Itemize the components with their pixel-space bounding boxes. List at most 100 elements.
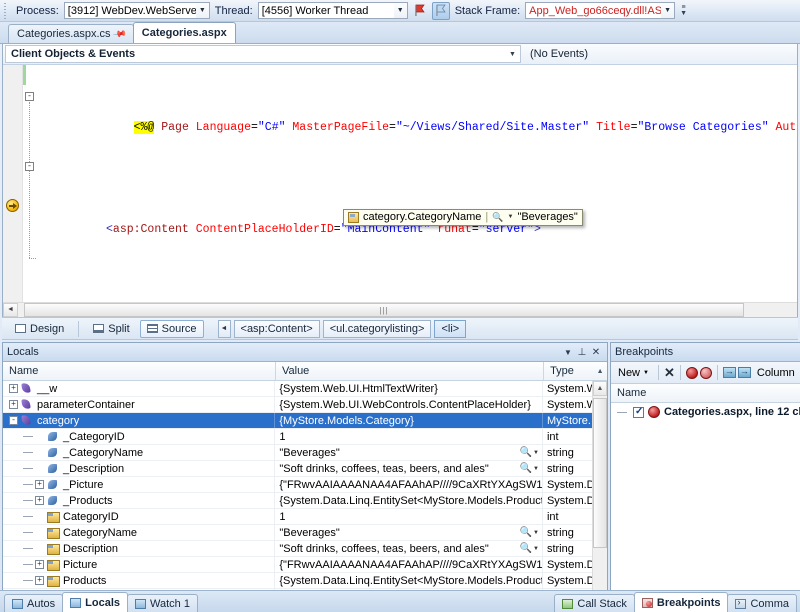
- thread-combobox[interactable]: [4556] Worker Thread ▼: [257, 2, 408, 19]
- chevron-down-icon[interactable]: ▼: [195, 3, 209, 18]
- table-row[interactable]: _Description "Soft drinks, coffees, teas,…: [3, 461, 592, 477]
- locals-value-cell[interactable]: {System.Web.UI.HtmlTextWriter}: [275, 381, 543, 396]
- locals-value-cell[interactable]: {"FRwvAAIAAAANAA4AFAAhAP////9CaXRtYXAgSW…: [275, 477, 543, 492]
- locals-value-cell[interactable]: {System.Data.Linq.EntitySet<MyStore.Mode…: [275, 493, 543, 508]
- stack-frame-combobox[interactable]: App_Web_go66ceqy.dll!ASP ▼: [525, 2, 676, 19]
- locals-value-cell[interactable]: {System.Data.Linq.EntitySet<MyStore.Mode…: [275, 573, 543, 588]
- magnifier-icon[interactable]: 🔍: [492, 209, 503, 226]
- chevron-down-icon[interactable]: ▼: [393, 3, 407, 18]
- process-combobox[interactable]: [3912] WebDev.WebServe ▼: [63, 2, 210, 19]
- tab-command-window[interactable]: Comma: [727, 594, 797, 612]
- outlining-margin[interactable]: - -: [23, 65, 37, 302]
- breakpoints-list[interactable]: Categories.aspx, line 12 charac: [611, 403, 800, 609]
- table-row[interactable]: _CategoryName "Beverages" 🔍 ▼ string: [3, 445, 592, 461]
- breakpoint-margin[interactable]: [3, 65, 23, 302]
- locals-value-cell[interactable]: {System.Web.UI.WebControls.ContentPlaceH…: [275, 397, 543, 412]
- expander-toggle[interactable]: -: [9, 416, 18, 425]
- scroll-thumb[interactable]: |||: [24, 303, 744, 317]
- events-combobox[interactable]: (No Events): [525, 45, 795, 63]
- chevron-down-icon[interactable]: ▼: [533, 530, 542, 536]
- column-header-name[interactable]: Name: [611, 384, 800, 402]
- scroll-track[interactable]: |||: [18, 303, 797, 317]
- magnifier-icon[interactable]: 🔍: [519, 447, 533, 458]
- tab-watch-1[interactable]: Watch 1: [127, 594, 198, 612]
- breadcrumb-scroll-left-button[interactable]: ◄: [217, 319, 231, 338]
- locals-grid-body[interactable]: + __w {System.Web.UI.HtmlTextWriter} System…: [3, 381, 592, 609]
- breadcrumb-item-ul-categorylisting[interactable]: <ul.categorylisting>: [322, 319, 432, 338]
- table-row[interactable]: + Picture {"FRwvAAIAAAANAA4AFAAhAP////9CaX…: [3, 557, 592, 573]
- tab-call-stack[interactable]: Call Stack: [554, 594, 635, 612]
- new-breakpoint-button[interactable]: New ▼: [614, 364, 653, 382]
- table-row[interactable]: Description "Soft drinks, coffees, teas, …: [3, 541, 592, 557]
- scroll-thumb[interactable]: [593, 398, 607, 548]
- tab-locals[interactable]: Locals: [62, 592, 128, 612]
- fold-collapse-asp-content[interactable]: -: [25, 92, 34, 101]
- show-only-flagged-button[interactable]: [431, 1, 450, 20]
- flag-threads-button[interactable]: [411, 2, 429, 20]
- breadcrumb-item-li[interactable]: <li>: [434, 319, 467, 338]
- expander-toggle[interactable]: +: [9, 384, 18, 393]
- table-row[interactable]: + _Picture {"FRwvAAIAAAANAA4AFAAhAP////9Ca…: [3, 477, 592, 493]
- disable-all-breakpoints-icon[interactable]: [699, 366, 712, 379]
- magnifier-icon[interactable]: 🔍: [519, 543, 533, 554]
- expander-toggle[interactable]: +: [35, 480, 44, 489]
- locals-value-cell[interactable]: {"FRwvAAIAAAANAA4AFAAhAP////9CaXRtYXAgSW…: [275, 557, 543, 572]
- chevron-down-icon[interactable]: ▼: [533, 466, 542, 472]
- magnifier-icon[interactable]: 🔍: [519, 527, 533, 538]
- table-row[interactable]: + Products {System.Data.Linq.EntitySet<MyS…: [3, 573, 592, 589]
- source-view-button[interactable]: Source: [139, 319, 204, 338]
- delete-x-icon[interactable]: ✕: [664, 366, 675, 379]
- code-text-area[interactable]: - - <%@ Page Language="C#" MasterPageFil…: [3, 65, 797, 302]
- table-row[interactable]: CategoryName "Beverages" 🔍 ▼ string: [3, 525, 592, 541]
- scroll-left-button[interactable]: ◄: [3, 303, 18, 317]
- debugger-datatip[interactable]: category.CategoryName | 🔍 ▼ "Beverages": [343, 209, 583, 226]
- fold-collapse-ul[interactable]: -: [25, 162, 34, 171]
- chevron-down-icon[interactable]: ▼: [505, 51, 520, 58]
- document-tab-categories-aspx-cs[interactable]: Categories.aspx.cs 📌: [8, 24, 134, 43]
- expander-toggle[interactable]: +: [35, 560, 44, 569]
- client-objects-events-combobox[interactable]: Client Objects & Events ▼: [5, 45, 521, 63]
- locals-value-cell[interactable]: "Soft drinks, coffees, teas, beers, and …: [275, 541, 543, 556]
- locals-value-cell[interactable]: "Beverages" 🔍 ▼: [275, 445, 543, 460]
- chevron-down-icon[interactable]: ▼: [533, 546, 542, 552]
- editor-horizontal-scrollbar[interactable]: ◄ |||: [3, 302, 797, 317]
- magnifier-icon[interactable]: 🔍: [519, 463, 533, 474]
- expander-toggle[interactable]: +: [35, 576, 44, 585]
- chevron-down-icon[interactable]: ▼: [661, 3, 675, 18]
- tab-autos[interactable]: Autos: [4, 594, 64, 612]
- table-row[interactable]: + parameterContainer {System.Web.UI.WebCon…: [3, 397, 592, 413]
- table-row[interactable]: CategoryID 1 int: [3, 509, 592, 525]
- goto-disassembly-icon[interactable]: [737, 366, 751, 378]
- locals-value-cell[interactable]: "Soft drinks, coffees, teas, beers, and …: [275, 461, 543, 476]
- column-header-type[interactable]: Type: [544, 362, 593, 380]
- table-row[interactable]: + __w {System.Web.UI.HtmlTextWriter} System…: [3, 381, 592, 397]
- pin-icon[interactable]: 📌: [111, 26, 127, 41]
- table-row[interactable]: - category {MyStore.Models.Category} MyStor…: [3, 413, 592, 429]
- expander-toggle[interactable]: +: [9, 400, 18, 409]
- code-lines[interactable]: <%@ Page Language="C#" MasterPageFile="~…: [37, 65, 797, 302]
- locals-value-cell[interactable]: "Beverages" 🔍 ▼: [275, 525, 543, 540]
- column-header-name[interactable]: Name: [3, 362, 276, 380]
- panel-menu-icon[interactable]: ▼: [561, 348, 575, 357]
- scroll-track[interactable]: [593, 396, 607, 594]
- split-view-button[interactable]: Split: [86, 320, 136, 338]
- chevron-down-icon[interactable]: ▼: [507, 209, 513, 226]
- toolbar-overflow-button[interactable]: ≡ ▼: [680, 4, 687, 17]
- tab-breakpoints[interactable]: Breakpoints: [633, 592, 729, 612]
- locals-value-cell[interactable]: 1: [275, 509, 543, 524]
- toolbar-grip[interactable]: [4, 2, 9, 19]
- document-tab-categories-aspx[interactable]: Categories.aspx: [132, 22, 236, 43]
- column-header-value[interactable]: Value: [276, 362, 545, 380]
- breadcrumb-item-asp-content[interactable]: <asp:Content>: [233, 319, 320, 338]
- columns-label[interactable]: Column: [757, 367, 795, 379]
- breakpoint-enabled-checkbox[interactable]: [633, 406, 644, 418]
- scroll-up-button[interactable]: ▲: [593, 381, 607, 396]
- sort-ascending-icon[interactable]: ▲: [593, 362, 607, 380]
- design-view-button[interactable]: Design: [8, 320, 71, 338]
- auto-hide-pin-icon[interactable]: ⊥: [575, 347, 589, 358]
- locals-vertical-scrollbar[interactable]: ▲ ▼: [592, 381, 607, 609]
- table-row[interactable]: + _Products {System.Data.Linq.EntitySet<My…: [3, 493, 592, 509]
- locals-value-cell[interactable]: {MyStore.Models.Category}: [275, 413, 543, 428]
- expander-toggle[interactable]: +: [35, 496, 44, 505]
- table-row[interactable]: _CategoryID 1 int: [3, 429, 592, 445]
